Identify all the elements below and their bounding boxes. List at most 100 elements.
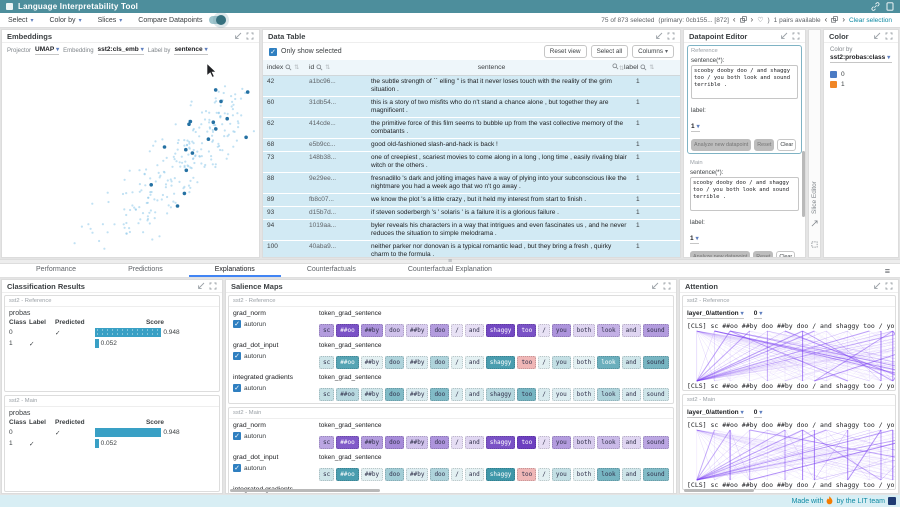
salience-token[interactable]: look (597, 388, 619, 401)
salience-token[interactable]: ##by (406, 468, 428, 481)
compare-datapoints-toggle[interactable]: Compare Datapoints (138, 16, 226, 24)
datapoint[interactable] (144, 173, 146, 175)
datapoint[interactable] (171, 180, 173, 182)
datapoint[interactable] (253, 130, 255, 132)
datapoint[interactable] (219, 149, 221, 151)
salience-token[interactable]: sound (643, 388, 669, 401)
salience-token[interactable]: and (622, 468, 641, 481)
salience-token[interactable]: shaggy (486, 436, 516, 449)
datapoint[interactable] (224, 112, 226, 114)
column-header-sentence[interactable]: sentence (478, 64, 506, 71)
datapoint[interactable] (151, 238, 153, 240)
datapoint[interactable] (124, 179, 126, 181)
label-select[interactable]: 1▾ (690, 235, 699, 244)
datapoint[interactable] (174, 202, 176, 204)
head-select[interactable]: 0▾ (754, 310, 763, 319)
salience-token[interactable]: shaggy (486, 324, 516, 337)
datapoint[interactable] (140, 189, 142, 191)
datapoint[interactable] (161, 198, 163, 200)
datapoint[interactable] (211, 135, 213, 137)
salience-token[interactable]: doo (385, 388, 404, 401)
datapoint[interactable] (142, 212, 144, 214)
datapoint[interactable] (211, 141, 213, 143)
datapoint[interactable] (212, 129, 214, 131)
datapoint[interactable] (200, 123, 202, 125)
datapoint[interactable] (177, 142, 179, 144)
datapoint[interactable] (183, 139, 185, 141)
datapoint[interactable] (154, 211, 156, 213)
datapoint[interactable] (236, 140, 238, 142)
salience-token[interactable]: you (552, 324, 571, 337)
salience-token[interactable]: too (517, 468, 536, 481)
salience-token[interactable]: / (451, 468, 463, 481)
datapoint[interactable] (196, 181, 198, 183)
datapoint[interactable] (147, 215, 149, 217)
docs-icon[interactable] (886, 2, 894, 11)
next-datapoint-button[interactable]: › (751, 17, 754, 23)
datapoint[interactable] (184, 161, 186, 163)
datapoint[interactable] (129, 231, 131, 233)
salience-token[interactable]: doo (385, 324, 404, 337)
search-icon[interactable] (640, 64, 647, 71)
datapoint[interactable] (107, 201, 109, 203)
salience-token[interactable]: and (622, 324, 641, 337)
columns-button[interactable]: Columns▾ (632, 45, 674, 58)
datapoint[interactable] (154, 140, 156, 142)
minimize-icon[interactable] (780, 32, 788, 40)
datapoint[interactable] (146, 202, 148, 204)
datapoint[interactable] (224, 85, 226, 87)
sort-icon[interactable]: ⇅ (649, 64, 654, 71)
autorun-toggle[interactable]: ✓autorun (233, 352, 319, 360)
toggle-switch[interactable] (209, 16, 226, 24)
datapoint[interactable] (139, 191, 141, 193)
datapoint[interactable] (166, 157, 168, 159)
datapoint[interactable] (198, 127, 200, 129)
datapoint[interactable] (142, 231, 144, 233)
datapoint[interactable] (187, 165, 189, 167)
salience-token[interactable]: too (517, 356, 536, 369)
datapoint[interactable] (178, 139, 180, 141)
datapoint[interactable] (210, 158, 212, 160)
datapoint[interactable] (226, 158, 228, 160)
datapoint[interactable] (163, 145, 167, 149)
datapoint[interactable] (81, 226, 83, 228)
datapoint[interactable] (184, 165, 186, 167)
link-icon[interactable] (871, 2, 880, 11)
datapoint[interactable] (246, 90, 250, 94)
salience-token[interactable]: sc (319, 324, 334, 337)
salience-token[interactable]: ##by (406, 436, 428, 449)
datapoint[interactable] (193, 149, 195, 151)
table-row[interactable]: 10040aba9...neither parker nor donovan i… (263, 241, 680, 257)
salience-token[interactable]: doo (385, 356, 404, 369)
color-by-dropdown[interactable]: Color by▾ (49, 17, 81, 24)
maximize-icon[interactable] (246, 32, 254, 40)
datapoint[interactable] (123, 208, 125, 210)
salience-token[interactable]: sc (319, 468, 334, 481)
datapoint[interactable] (200, 162, 202, 164)
datapoint[interactable] (227, 113, 229, 115)
datapoint[interactable] (147, 197, 149, 199)
salience-token[interactable]: look (597, 436, 619, 449)
datapoint[interactable] (129, 170, 131, 172)
clear-button[interactable]: Clear (776, 251, 795, 257)
column-header-id[interactable]: id (309, 64, 314, 71)
salience-token[interactable]: / (538, 388, 550, 401)
datapoint[interactable] (113, 223, 115, 225)
maximize-icon[interactable] (811, 235, 818, 253)
salience-token[interactable]: / (538, 468, 550, 481)
salience-token[interactable]: doo (385, 436, 404, 449)
next-pair-button[interactable]: › (842, 17, 845, 23)
datapoint[interactable] (237, 126, 239, 128)
column-header-index[interactable]: index (267, 64, 283, 71)
datapoint[interactable] (185, 169, 189, 173)
salience-token[interactable]: and (465, 324, 484, 337)
salience-token[interactable]: you (552, 468, 571, 481)
datapoint[interactable] (149, 150, 151, 152)
minimize-icon[interactable] (873, 282, 881, 290)
datapoint[interactable] (189, 120, 193, 124)
autorun-checkbox[interactable]: ✓ (233, 320, 241, 328)
datapoint[interactable] (206, 131, 208, 133)
datapoint[interactable] (91, 203, 93, 205)
minimize-icon[interactable] (234, 32, 242, 40)
datapoint[interactable] (91, 232, 93, 234)
